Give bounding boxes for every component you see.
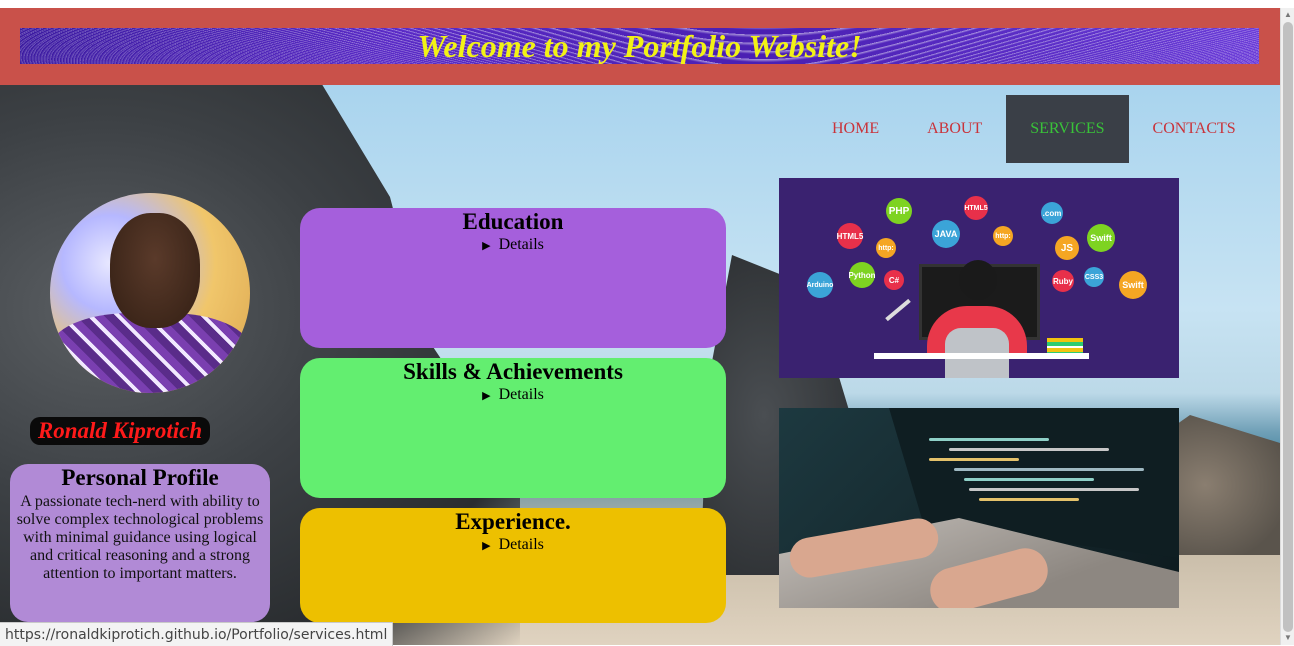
banner-title: Welcome to my Portfolio Website!: [417, 27, 862, 64]
vertical-scrollbar[interactable]: ▲ ▼: [1280, 8, 1294, 645]
disclosure-triangle-icon: ▶: [482, 239, 491, 252]
language-bubble: Arduino: [807, 272, 833, 298]
experience-details-label: Details: [498, 536, 544, 553]
skills-details-toggle[interactable]: ▶ Details: [300, 386, 726, 404]
illustration-person-head: [959, 260, 997, 300]
welcome-banner: Welcome to my Portfolio Website!: [20, 28, 1259, 64]
scrollbar-thumb[interactable]: [1283, 22, 1293, 632]
illustration-lamp: [885, 298, 911, 322]
education-details-toggle[interactable]: ▶ Details: [300, 236, 726, 254]
language-bubble: JAVA: [932, 220, 960, 248]
language-bubble: HTML5: [964, 196, 988, 220]
language-bubble: HTML5: [837, 223, 863, 249]
code-line: [979, 498, 1079, 501]
code-line: [929, 438, 1049, 441]
name-badge: Ronald Kiprotich: [30, 417, 210, 445]
language-bubble: Swift: [1119, 271, 1147, 299]
personal-profile-description: A passionate tech-nerd with ability to s…: [16, 493, 264, 582]
skills-card: Skills & Achievements ▶ Details: [300, 358, 726, 498]
profile-photo: [50, 193, 250, 393]
language-bubble: http:: [876, 238, 896, 258]
language-bubble: JS: [1055, 236, 1079, 260]
profile-name: Ronald Kiprotich: [37, 418, 203, 443]
personal-profile-card: Personal Profile A passionate tech-nerd …: [10, 464, 270, 622]
laptop-coding-photo: [779, 408, 1179, 608]
nav-services[interactable]: SERVICES: [1006, 95, 1129, 163]
code-line: [954, 468, 1144, 471]
nav-home[interactable]: HOME: [808, 95, 903, 163]
language-bubble: Ruby: [1052, 270, 1074, 292]
education-details-label: Details: [498, 236, 544, 253]
skills-details-label: Details: [498, 386, 544, 403]
illustration-desk: [874, 353, 1089, 359]
code-line: [949, 448, 1109, 451]
link-status-bar: https://ronaldkiprotich.github.io/Portfo…: [0, 622, 394, 646]
programming-languages-illustration: PHP HTML5 JAVA http: .com Swift HTML5 ht…: [779, 178, 1179, 378]
profile-photo-face: [110, 213, 200, 328]
language-bubble: .com: [1041, 202, 1063, 224]
language-bubble: CSS3: [1084, 267, 1104, 287]
experience-card: Experience. ▶ Details: [300, 508, 726, 623]
code-line: [929, 458, 1019, 461]
code-line: [964, 478, 1094, 481]
skills-title: Skills & Achievements: [403, 359, 623, 384]
illustration-books: [1047, 338, 1083, 353]
experience-title: Experience.: [455, 509, 571, 534]
language-bubble: http:: [993, 226, 1013, 246]
site-header: Welcome to my Portfolio Website!: [0, 8, 1280, 85]
education-card: Education ▶ Details: [300, 208, 726, 348]
nav-contacts[interactable]: CONTACTS: [1129, 95, 1260, 163]
scroll-up-arrow-icon[interactable]: ▲: [1283, 10, 1293, 20]
language-bubble: Python: [848, 262, 876, 288]
education-title: Education: [462, 209, 564, 234]
language-bubble: PHP: [886, 198, 912, 224]
personal-profile-title: Personal Profile: [61, 465, 219, 490]
main-nav: HOME ABOUT SERVICES CONTACTS: [808, 95, 1260, 163]
experience-details-toggle[interactable]: ▶ Details: [300, 536, 726, 554]
language-bubble: C#: [884, 270, 904, 290]
nav-about[interactable]: ABOUT: [903, 95, 1006, 163]
disclosure-triangle-icon: ▶: [482, 389, 491, 402]
code-line: [969, 488, 1139, 491]
scroll-down-arrow-icon[interactable]: ▼: [1283, 633, 1293, 643]
disclosure-triangle-icon: ▶: [482, 539, 491, 552]
language-bubble: Swift: [1087, 224, 1115, 252]
